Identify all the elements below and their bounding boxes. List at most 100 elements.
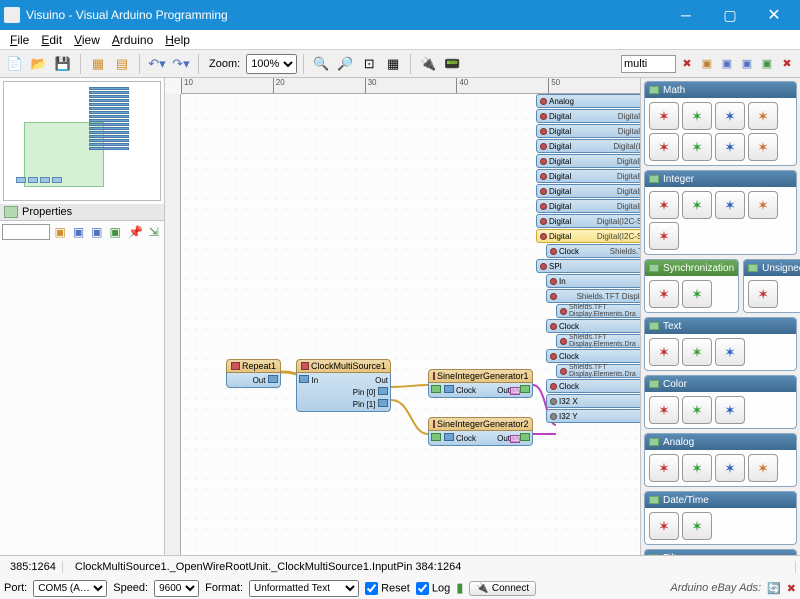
arduino-pin-row[interactable]: DigitalDigital[ 1 [536,184,640,198]
arduino-pin-row[interactable]: DigitalDigital(S [536,109,640,123]
palette-group-header[interactable]: Synchronization [645,260,738,276]
design-canvas[interactable]: Repeat1 Out ClockMultiSource1 InOut Pin … [181,94,640,555]
arduino-pin-row[interactable]: DigitalDigital(I2C-SD [536,214,640,228]
filter-button-4[interactable]: ▣ [758,55,776,73]
pulse-pin-icon[interactable] [378,399,388,407]
palette-item[interactable]: ✶ [649,512,679,540]
palette-item[interactable]: ✶ [649,338,679,366]
arduino-pin-row[interactable]: DigitalDigital(I2C-SC [536,229,640,243]
palette-item[interactable]: ✶ [748,191,778,219]
arduino-pin-row[interactable]: DigitalDigital[ 1 [536,169,640,183]
speed-select[interactable]: 9600 [154,580,199,597]
close-button[interactable]: ✕ [752,0,796,30]
minimize-button[interactable]: ─ [664,0,708,30]
filter-button-2[interactable]: ▣ [718,55,736,73]
palette-item[interactable]: ✶ [748,280,778,308]
prop-btn-2[interactable]: ▣ [70,223,86,241]
palette-item[interactable]: ✶ [748,133,778,161]
data-pin-icon[interactable] [520,385,530,393]
palette-item[interactable]: ✶ [649,222,679,250]
save-button[interactable]: 💾 [52,53,74,75]
node-sineintegergenerator2[interactable]: SineIntegerGenerator2 ClockOutI32 [428,417,533,446]
prop-pin-button[interactable]: 📌 [127,223,143,241]
pulse-pin-icon[interactable] [378,387,388,395]
i32-pin-icon[interactable]: I32 [510,387,520,395]
arduino-board-stack[interactable]: AnalogDigitalDigital(SDigitalDigital(SDi… [536,94,640,424]
data-pin-icon[interactable] [520,433,530,441]
palette-group-header[interactable]: Unsigned [744,260,800,276]
zoom-in-button[interactable]: 🔍 [310,53,332,75]
overview-map[interactable] [3,81,161,201]
palette-item[interactable]: ✶ [715,102,745,130]
palette-item[interactable]: ✶ [649,191,679,219]
palette-item[interactable]: ✶ [748,454,778,482]
maximize-button[interactable]: ▢ [708,0,752,30]
component-palette[interactable]: Math✶✶✶✶✶✶✶✶Integer✶✶✶✶✶Synchronization✶… [640,78,800,555]
arduino-pin-row[interactable]: SPI [536,259,640,273]
filter-button-1[interactable]: ▣ [698,55,716,73]
connect-hw-button[interactable]: 🔌 [417,53,439,75]
arduino-pin-row[interactable]: I32 Y [546,409,640,423]
zoom-out-button[interactable]: 🔎 [334,53,356,75]
palette-item[interactable]: ✶ [649,280,679,308]
arduino-pin-row[interactable]: Shields.TFT Display [546,289,640,303]
arduino-pin-row[interactable]: Shields.TFT Display.Elements.Dra [556,304,640,318]
filter-clear-button[interactable]: ✖ [678,55,696,73]
palette-item[interactable]: ✶ [649,133,679,161]
node-sineintegergenerator1[interactable]: SineIntegerGenerator1 ClockOutI32 [428,369,533,398]
palette-item[interactable]: ✶ [715,396,745,424]
arduino-pin-row[interactable]: In [546,274,640,288]
pulse-pin-icon[interactable] [444,385,454,393]
open-button[interactable]: 📂 [28,53,50,75]
data-pin-icon[interactable] [431,433,441,441]
redo-button[interactable]: ↷▾ [170,53,192,75]
grid-button[interactable]: ▦ [382,53,404,75]
arduino-pin-row[interactable]: DigitalDigital[ 1 [536,199,640,213]
palette-item[interactable]: ✶ [682,454,712,482]
data-pin-icon[interactable] [431,385,441,393]
palette-group-header[interactable]: Math [645,82,796,98]
prop-btn-3[interactable]: ▣ [89,223,105,241]
arduino-pin-row[interactable]: DigitalDigital[ 1 [536,154,640,168]
palette-item[interactable]: ✶ [649,454,679,482]
arduino-pin-row[interactable]: I32 X [546,394,640,408]
arduino-pin-row[interactable]: Shields.TFT Display.Elements.Dra [556,334,640,348]
refresh-ads-icon[interactable]: 🔄 [767,582,781,595]
format-select[interactable]: Unformatted Text [249,580,359,597]
palette-group-header[interactable]: Filters [645,550,796,555]
close-palette-button[interactable]: ✖ [778,55,796,73]
log-checkbox[interactable]: Log [416,582,450,595]
arduino-pin-row[interactable]: Clock [546,349,640,363]
palette-item[interactable]: ✶ [715,454,745,482]
menu-view[interactable]: View [68,31,106,49]
prop-btn-1[interactable]: ▣ [52,223,68,241]
palette-item[interactable]: ✶ [649,396,679,424]
arduino-pin-row[interactable]: DigitalDigital(LE [536,139,640,153]
pulse-pin-icon[interactable] [299,375,309,383]
layout-button-2[interactable]: ▤ [111,53,133,75]
pulse-pin-icon[interactable] [268,375,278,383]
component-search-input[interactable] [621,55,676,73]
palette-item[interactable]: ✶ [682,102,712,130]
palette-item[interactable]: ✶ [682,396,712,424]
filter-button-3[interactable]: ▣ [738,55,756,73]
palette-item[interactable]: ✶ [715,338,745,366]
palette-group-header[interactable]: Color [645,376,796,392]
menu-help[interactable]: Help [159,31,196,49]
palette-group-header[interactable]: Integer [645,171,796,187]
arduino-pin-row[interactable]: Clock [546,319,640,333]
arduino-pin-row[interactable]: ClockShields.TF [546,244,640,258]
undo-button[interactable]: ↶▾ [146,53,168,75]
arduino-pin-row[interactable]: DigitalDigital(S [536,124,640,138]
menu-arduino[interactable]: Arduino [106,31,159,49]
menu-file[interactable]: File [4,31,35,49]
pulse-pin-icon[interactable] [444,433,454,441]
prop-btn-4[interactable]: ▣ [107,223,123,241]
palette-item[interactable]: ✶ [715,133,745,161]
palette-group-header[interactable]: Date/Time [645,492,796,508]
connect-button[interactable]: 🔌Connect [469,581,536,596]
palette-item[interactable]: ✶ [682,133,712,161]
palette-item[interactable]: ✶ [649,102,679,130]
i32-pin-icon[interactable]: I32 [510,435,520,443]
node-repeat1[interactable]: Repeat1 Out [226,359,281,388]
